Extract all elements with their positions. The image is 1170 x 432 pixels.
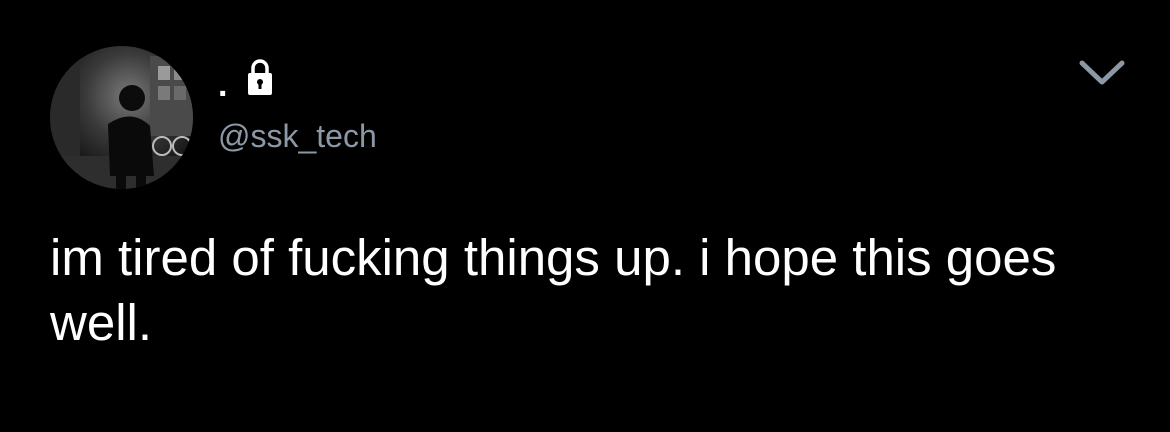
tweet[interactable]: . @ssk_tech im tired of fucking things u… [0, 0, 1170, 432]
lock-icon [248, 59, 272, 95]
tweet-text: im tired of fucking things up. i hope th… [50, 229, 1071, 351]
avatar[interactable] [50, 46, 193, 189]
author-handle[interactable]: @ssk_tech [218, 118, 377, 154]
display-name[interactable]: . [218, 58, 227, 102]
chevron-down-icon[interactable] [1078, 58, 1126, 86]
avatar-photo [50, 46, 193, 189]
